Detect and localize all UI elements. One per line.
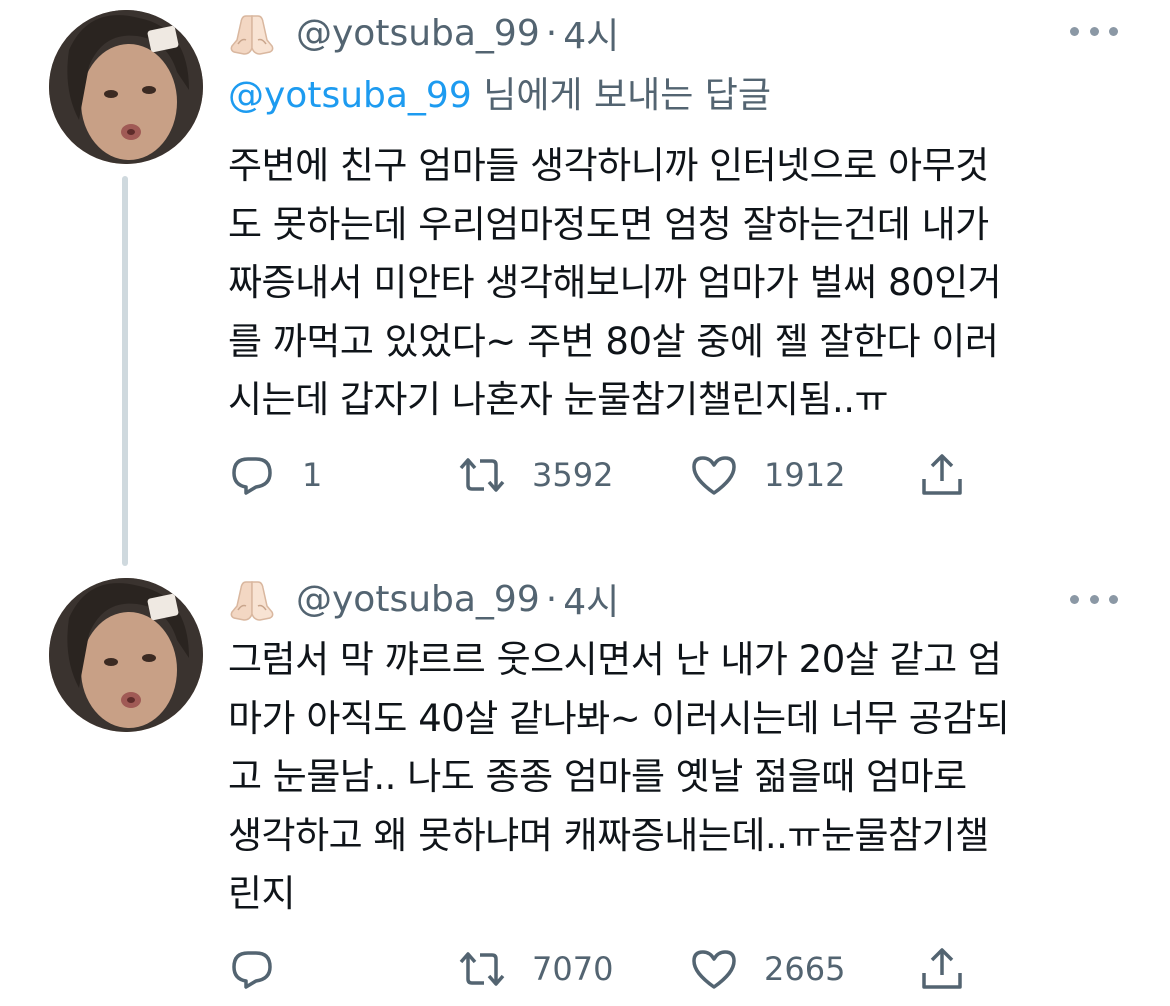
tweet-actions: 7070 2665	[228, 944, 988, 994]
avatar-image	[49, 10, 203, 164]
reply-mention-link[interactable]: @yotsuba_99	[228, 75, 472, 116]
avatar[interactable]	[49, 578, 203, 732]
reply-bubble-icon	[232, 457, 272, 495]
folded-hands-icon	[228, 10, 276, 56]
reply-count: 1	[302, 456, 323, 494]
tweet-text: 주변에 친구 엄마들 생각하니까 인터넷으로 아무것 도 못하는데 우리엄마정도…	[228, 144, 1002, 421]
author-handle[interactable]: @yotsuba_99	[296, 13, 540, 54]
share-button[interactable]	[918, 450, 966, 500]
tweet-header: @yotsuba_99 · 4시	[228, 574, 619, 624]
reply-button[interactable]	[228, 944, 302, 994]
reply-button[interactable]: 1	[228, 450, 322, 500]
retweet-button[interactable]: 3592	[458, 450, 613, 500]
more-dots-icon[interactable]	[1070, 16, 1118, 46]
avatar[interactable]	[49, 10, 203, 164]
retweet-button[interactable]: 7070	[458, 944, 613, 994]
share-icon	[922, 454, 962, 495]
heart-icon	[692, 950, 736, 989]
author-handle[interactable]: @yotsuba_99	[296, 579, 540, 620]
reply-bubble-icon	[232, 951, 272, 989]
thread-connector-line	[122, 176, 128, 566]
like-button[interactable]: 1912	[690, 450, 845, 500]
tweet-header: @yotsuba_99 · 4시	[228, 8, 619, 58]
tweet-time[interactable]: 4시	[563, 573, 619, 625]
share-icon	[922, 948, 962, 989]
replying-to: @yotsuba_99 님에게 보내는 답글	[228, 66, 771, 118]
header-separator: ·	[545, 578, 558, 620]
tweet-text: 그럼서 막 꺄르르 웃으시면서 난 내가 20살 같고 엄 마가 아직도 40살…	[228, 638, 1010, 915]
reply-suffix: 님에게 보내는 답글	[471, 75, 772, 116]
retweet-count: 7070	[532, 950, 614, 988]
tweet-time[interactable]: 4시	[563, 7, 619, 59]
heart-icon	[692, 456, 736, 495]
retweet-count: 3592	[532, 456, 614, 494]
retweet-icon	[459, 458, 505, 492]
share-button[interactable]	[918, 944, 966, 994]
more-dots-icon[interactable]	[1070, 584, 1118, 614]
header-separator: ·	[545, 12, 558, 54]
like-count: 1912	[764, 456, 846, 494]
retweet-icon	[459, 952, 505, 986]
folded-hands-icon	[228, 576, 276, 622]
like-button[interactable]: 2665	[690, 944, 845, 994]
avatar-image	[49, 578, 203, 732]
tweet-actions: 1 3592 1912	[228, 450, 988, 500]
like-count: 2665	[764, 950, 846, 988]
